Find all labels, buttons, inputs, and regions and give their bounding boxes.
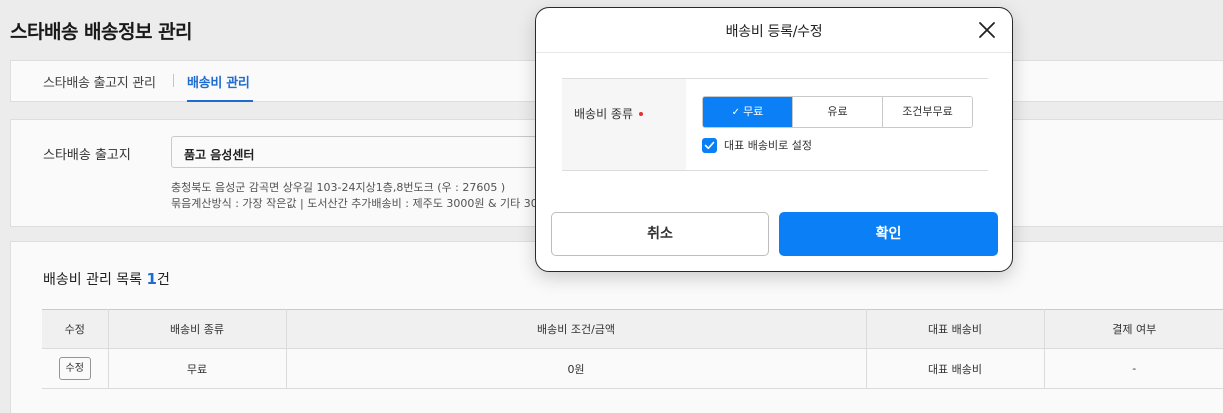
representative-checkbox-row[interactable]: 대표 배송비로 설정 [702, 137, 812, 153]
option-conditional-free-button[interactable]: 조건부무료 [883, 97, 972, 127]
option-free-label: 무료 [743, 105, 764, 118]
cancel-button[interactable]: 취소 [551, 212, 769, 256]
fee-type-label-text: 배송비 종류 [574, 107, 634, 121]
check-icon: ✓ [731, 107, 741, 118]
fee-type-form-row: 배송비 종류 ✓ 무료 유료 조건부무료 대표 배송비로 설정 [562, 78, 988, 171]
modal-title: 배송비 등록/수정 [725, 24, 823, 40]
form-label-cell: 배송비 종류 [562, 79, 686, 170]
representative-checkbox[interactable] [702, 137, 717, 153]
modal-header: 배송비 등록/수정 [536, 8, 1012, 53]
required-indicator [639, 111, 644, 116]
shipping-fee-modal: 배송비 등록/수정 배송비 종류 ✓ 무료 유료 조건부무료 대표 배송비로 설… [535, 7, 1013, 272]
representative-checkbox-label: 대표 배송비로 설정 [724, 139, 812, 152]
option-paid-label: 유료 [827, 105, 848, 118]
option-conditional-free-label: 조건부무료 [902, 105, 953, 118]
confirm-button[interactable]: 확인 [779, 212, 998, 256]
option-free-button[interactable]: ✓ 무료 [703, 97, 793, 127]
checkbox-check-icon [704, 141, 715, 149]
fee-type-segmented-control: ✓ 무료 유료 조건부무료 [702, 96, 973, 128]
option-paid-button[interactable]: 유료 [793, 97, 883, 127]
close-icon[interactable] [978, 21, 996, 39]
fee-type-label: 배송비 종류 [574, 105, 644, 122]
